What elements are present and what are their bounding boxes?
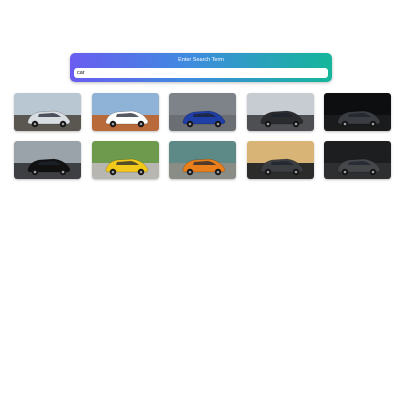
search-input[interactable]: car xyxy=(74,68,328,78)
orange-beetle-image[interactable] xyxy=(169,141,236,179)
search-title: Enter Search Term xyxy=(178,57,224,63)
blue-sports-car-image[interactable] xyxy=(169,93,236,131)
car-at-sunset-image[interactable] xyxy=(246,141,314,179)
white-suv-desert-image[interactable] xyxy=(91,93,159,131)
search-panel: Enter Search Term car xyxy=(70,53,332,82)
black-car-on-road-image[interactable] xyxy=(14,141,81,179)
black-mustang-image[interactable] xyxy=(246,93,314,131)
car-on-road-image[interactable] xyxy=(14,93,81,131)
page: Enter Search Term car xyxy=(0,0,400,400)
car-headlight-dark-image[interactable] xyxy=(324,93,391,131)
yellow-sports-car-image[interactable] xyxy=(91,141,159,179)
car-in-garage-image[interactable] xyxy=(324,141,391,179)
